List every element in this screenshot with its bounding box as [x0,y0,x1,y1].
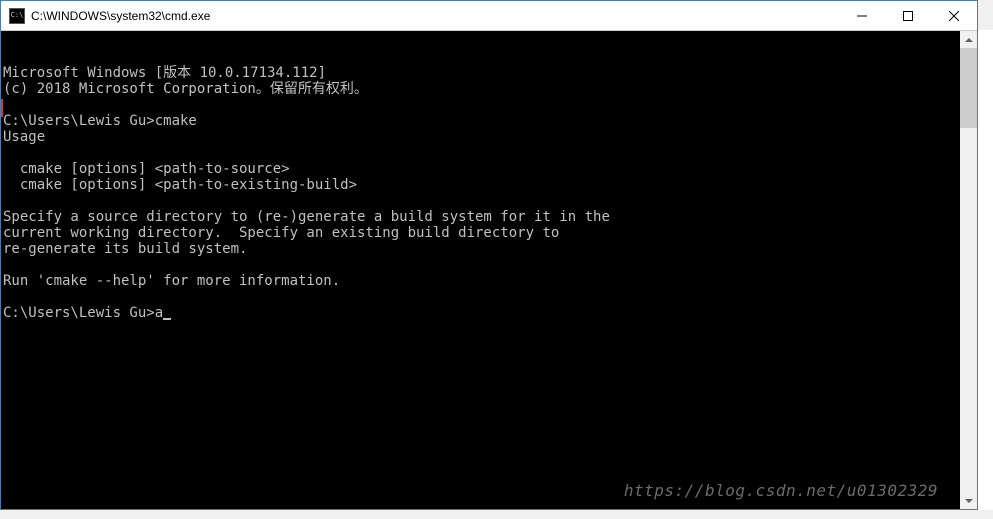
terminal-line: Run 'cmake --help' for more information. [3,273,340,289]
terminal-line: (c) 2018 Microsoft Corporation。保留所有权利。 [3,81,368,97]
margin-marker [1,99,3,117]
maximize-button[interactable] [885,1,931,30]
terminal-line: re-generate its build system. [3,241,247,257]
titlebar[interactable]: C:\ C:\WINDOWS\system32\cmd.exe [1,1,977,31]
scroll-track[interactable] [960,48,977,492]
terminal-area: Microsoft Windows [版本 10.0.17134.112] (c… [1,31,977,509]
terminal-line: Specify a source directory to (re-)gener… [3,209,610,225]
terminal-line: C:\Users\Lewis Gu>cmake [3,113,197,129]
close-button[interactable] [931,1,977,30]
prompt-line: C:\Users\Lewis Gu>a [3,305,171,321]
terminal-line: Microsoft Windows [版本 10.0.17134.112] [3,65,326,81]
scroll-up-button[interactable] [960,31,977,48]
scroll-down-button[interactable] [960,492,977,509]
watermark: https://blog.csdn.net/u01302329 [624,483,938,499]
terminal-line: current working directory. Specify an ex… [3,225,559,241]
vertical-scrollbar[interactable] [960,31,977,509]
minimize-button[interactable] [839,1,885,30]
background-artifact [978,30,993,510]
cmd-window: C:\ C:\WINDOWS\system32\cmd.exe Microsof… [0,0,978,510]
prompt-prefix: C:\Users\Lewis Gu> [3,305,155,321]
cursor [163,318,171,320]
window-controls [839,1,977,30]
scroll-thumb[interactable] [960,48,977,128]
terminal-line: cmake [options] <path-to-source> [3,161,290,177]
terminal-line: Usage [3,129,45,145]
window-title: C:\WINDOWS\system32\cmd.exe [31,9,839,23]
terminal-content[interactable]: Microsoft Windows [版本 10.0.17134.112] (c… [1,31,960,509]
cmd-icon: C:\ [9,8,25,24]
prompt-input: a [155,305,163,321]
terminal-line: cmake [options] <path-to-existing-build> [3,177,357,193]
